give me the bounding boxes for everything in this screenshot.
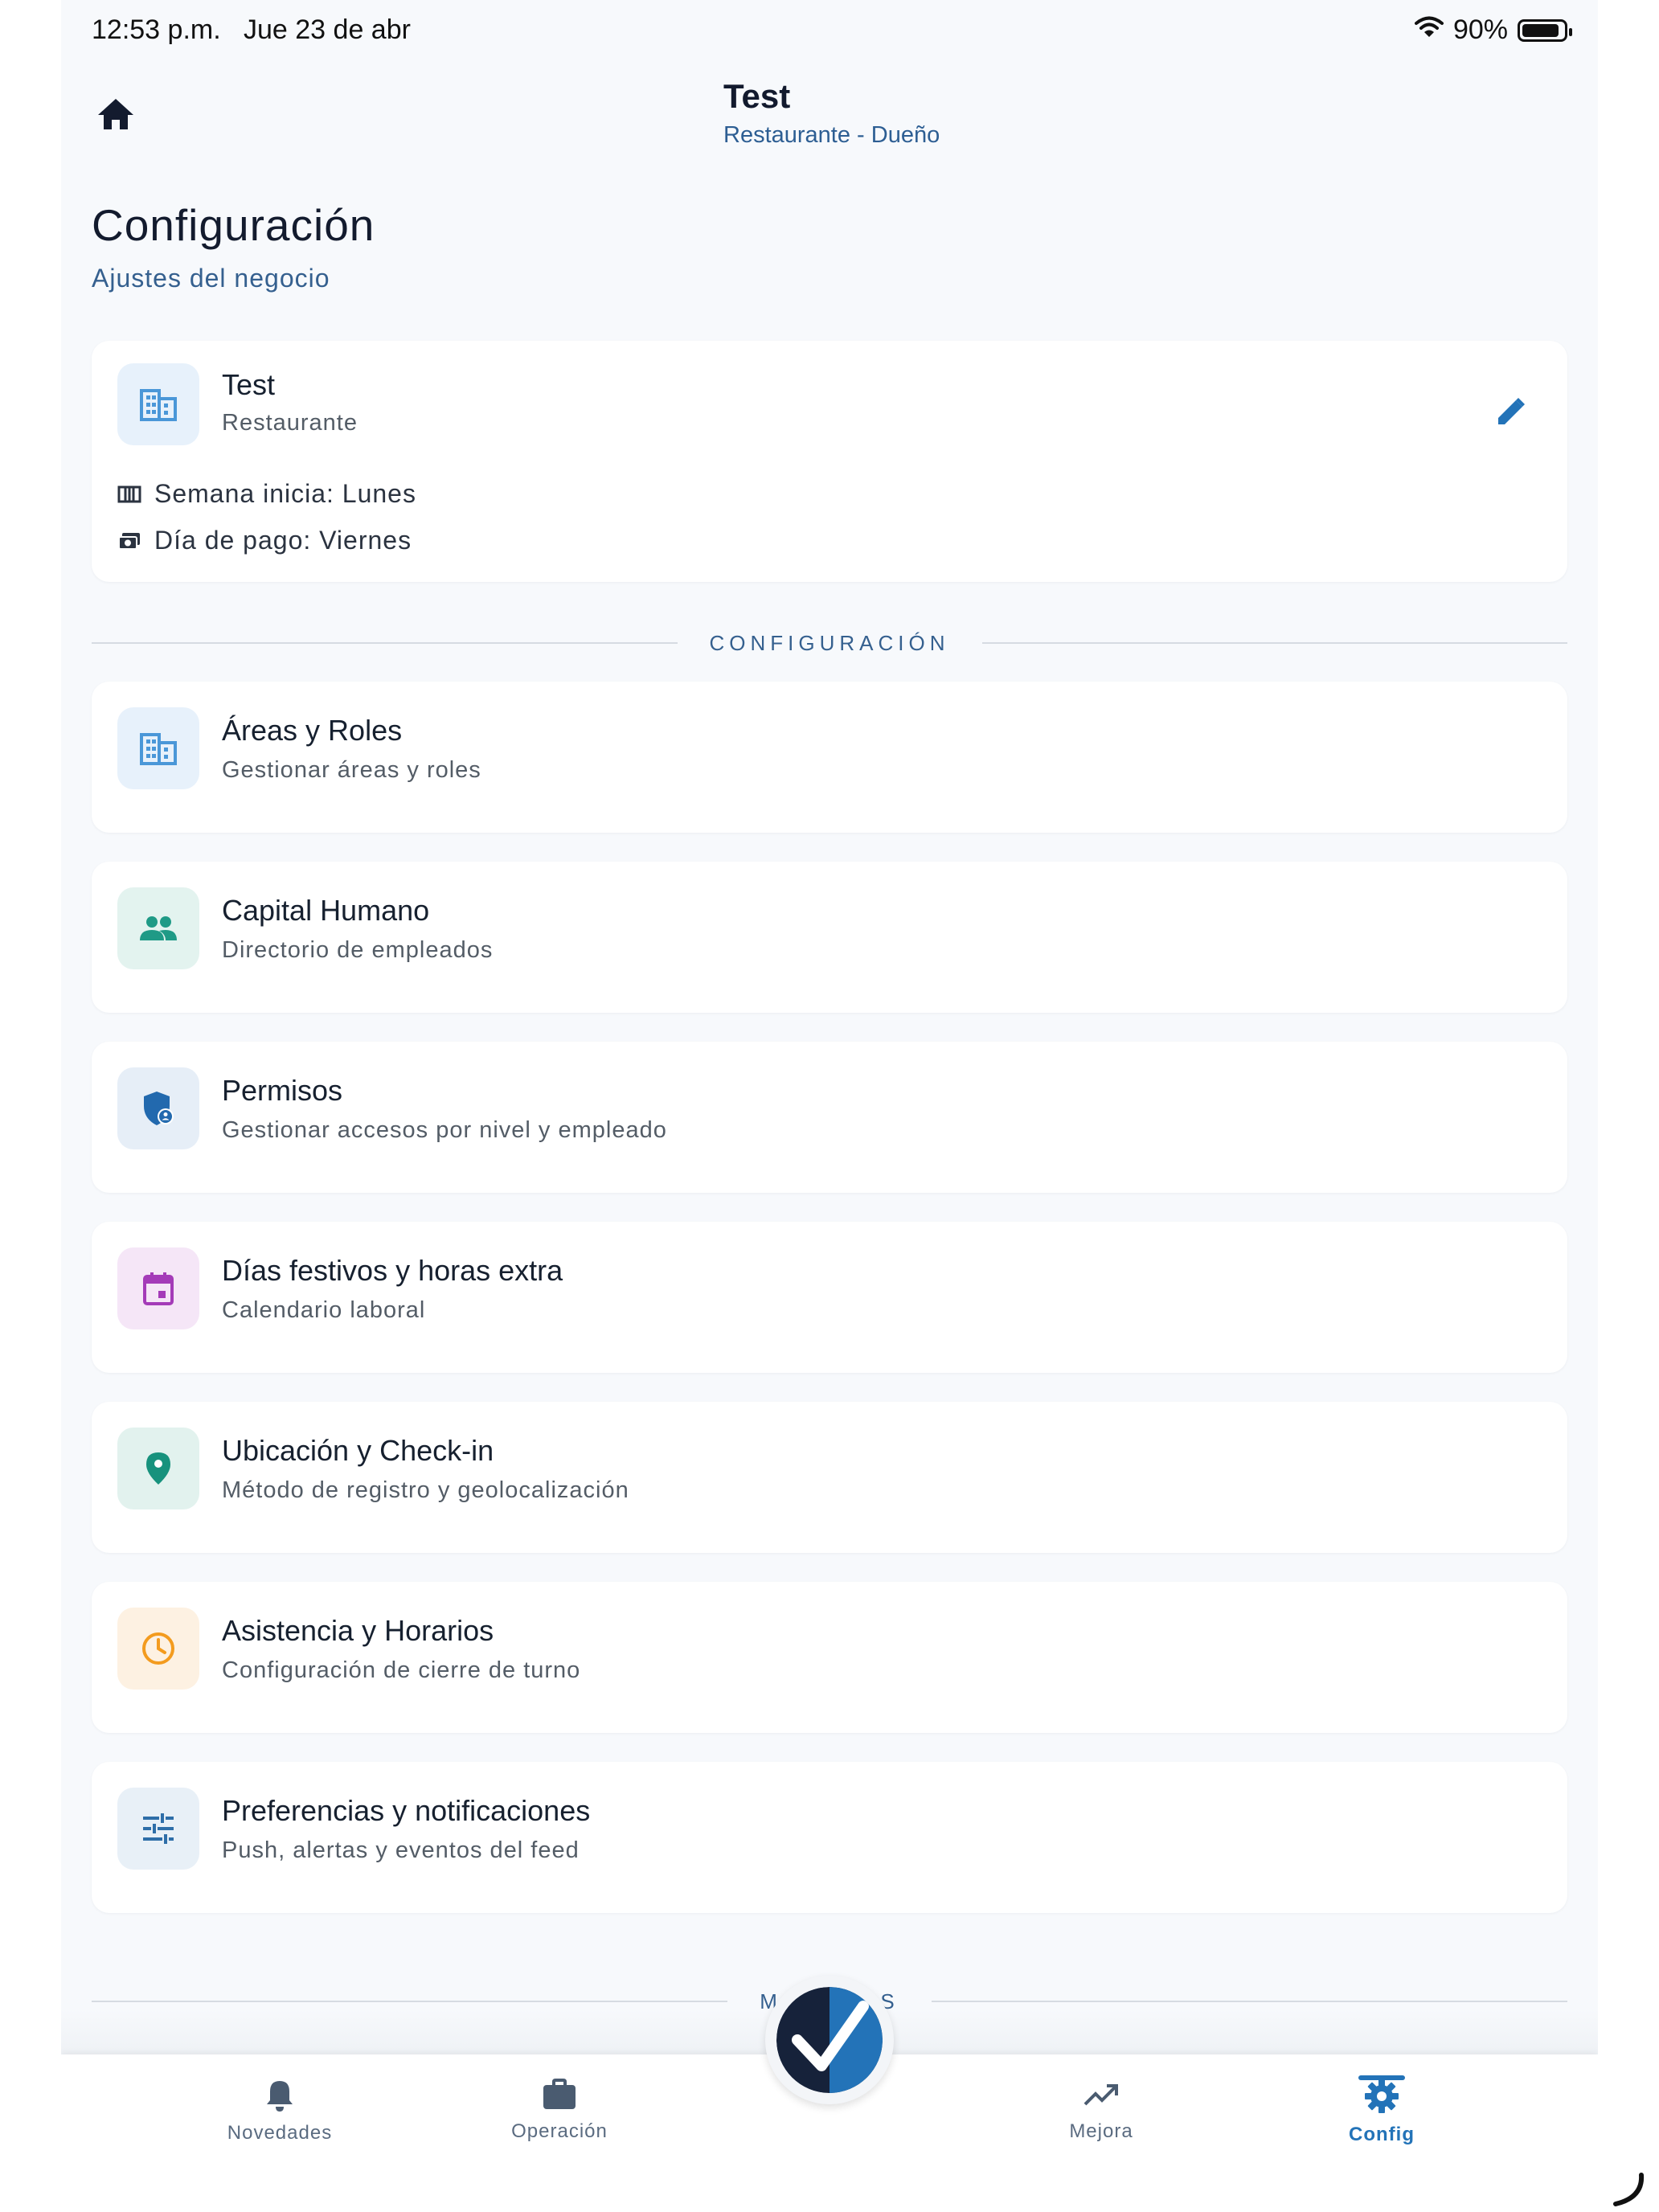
menu-item-title: Días festivos y horas extra bbox=[222, 1254, 563, 1287]
menu-item-subtitle: Directorio de empleados bbox=[222, 937, 494, 963]
menu-item-subtitle: Push, alertas y eventos del feed bbox=[222, 1837, 580, 1863]
menu-item-title: Áreas y Roles bbox=[222, 714, 403, 747]
menu-item-title: Preferencias y notificaciones bbox=[222, 1794, 591, 1827]
week-start-text: Semana inicia: Lunes bbox=[154, 479, 416, 508]
menu-icon-box bbox=[117, 707, 199, 789]
menu-item-title: Permisos bbox=[222, 1074, 343, 1107]
nav-label: Mejora bbox=[1069, 2120, 1133, 2142]
business-icon-box bbox=[117, 363, 199, 445]
pay-day-text: Día de pago: Viernes bbox=[154, 526, 412, 555]
nav-novedades[interactable]: Novedades bbox=[199, 2079, 360, 2144]
page-title: Configuración bbox=[92, 200, 375, 250]
clock-icon bbox=[142, 1632, 174, 1665]
pay-day-row: Día de pago: Viernes bbox=[117, 526, 412, 555]
bell-icon bbox=[267, 2081, 293, 2112]
home-icon bbox=[98, 99, 133, 129]
business-name: Test bbox=[222, 368, 276, 401]
menu-item-title: Ubicación y Check-in bbox=[222, 1434, 494, 1467]
shield-user-icon bbox=[144, 1092, 174, 1125]
menu-item-subtitle: Configuración de cierre de turno bbox=[222, 1657, 581, 1683]
corner-indicator bbox=[1604, 2170, 1653, 2212]
nav-mejora[interactable]: Mejora bbox=[1021, 2079, 1182, 2143]
check-logo-icon bbox=[776, 1987, 883, 2093]
menu-item-dias-festivos[interactable]: Días festivos y horas extra Calendario l… bbox=[92, 1222, 1567, 1373]
status-bar-right: 90% bbox=[1414, 14, 1572, 46]
building-icon bbox=[140, 389, 177, 421]
menu-icon-box bbox=[117, 1247, 199, 1329]
home-button[interactable] bbox=[92, 90, 140, 138]
gear-icon bbox=[1365, 2079, 1399, 2113]
section-divider-config: CONFIGURACIÓN bbox=[92, 627, 1567, 659]
business-type: Restaurante bbox=[222, 410, 358, 436]
menu-icon-box bbox=[117, 1067, 199, 1149]
header-title: Test bbox=[723, 77, 791, 115]
pencil-icon bbox=[1498, 398, 1525, 424]
edit-business-button[interactable] bbox=[1489, 389, 1534, 434]
menu-icon-box bbox=[117, 1608, 199, 1690]
wifi-icon bbox=[1414, 14, 1444, 46]
nav-label: Operación bbox=[511, 2120, 608, 2142]
menu-item-permisos[interactable]: Permisos Gestionar accesos por nivel y e… bbox=[92, 1042, 1567, 1193]
nav-config[interactable]: Config bbox=[1301, 2079, 1462, 2146]
section-label: CONFIGURACIÓN bbox=[709, 630, 950, 655]
page-subtitle: Ajustes del negocio bbox=[92, 264, 330, 293]
battery-percent: 90% bbox=[1452, 14, 1508, 45]
menu-icon-box bbox=[117, 1428, 199, 1509]
menu-item-subtitle: Calendario laboral bbox=[222, 1297, 426, 1323]
location-pin-icon bbox=[146, 1452, 170, 1485]
check-action-button[interactable] bbox=[776, 1987, 883, 2093]
menu-item-capital-humano[interactable]: Capital Humano Directorio de empleados bbox=[92, 862, 1567, 1013]
screen: 12:53 p.m. Jue 23 de abr 90% Test Restau… bbox=[61, 0, 1598, 2212]
nav-label: Novedades bbox=[227, 2122, 333, 2144]
calendar-icon bbox=[143, 1272, 174, 1305]
header-subtitle: Restaurante - Dueño bbox=[723, 122, 940, 148]
menu-item-subtitle: Gestionar accesos por nivel y empleado bbox=[222, 1117, 667, 1143]
business-card: Test Restaurante Semana inicia: Lunes Dí… bbox=[92, 341, 1567, 582]
view-week-icon bbox=[117, 485, 141, 502]
week-start-row: Semana inicia: Lunes bbox=[117, 479, 416, 509]
menu-item-asistencia[interactable]: Asistencia y Horarios Configuración de c… bbox=[92, 1582, 1567, 1733]
building-icon bbox=[140, 733, 177, 765]
sliders-icon bbox=[143, 1813, 174, 1844]
menu-item-subtitle: Método de registro y geolocalización bbox=[222, 1477, 629, 1503]
menu-icon-box bbox=[117, 1788, 199, 1870]
menu-item-areas-roles[interactable]: Áreas y Roles Gestionar áreas y roles bbox=[92, 682, 1567, 833]
menu-item-subtitle: Gestionar áreas y roles bbox=[222, 757, 481, 783]
people-icon bbox=[140, 916, 177, 940]
trending-up-icon bbox=[1083, 2084, 1118, 2106]
nav-operacion[interactable]: Operación bbox=[479, 2079, 640, 2143]
briefcase-icon bbox=[543, 2079, 576, 2109]
battery-icon bbox=[1518, 18, 1572, 42]
menu-item-preferencias[interactable]: Preferencias y notificaciones Push, aler… bbox=[92, 1762, 1567, 1913]
payments-icon bbox=[118, 532, 140, 550]
menu-item-title: Asistencia y Horarios bbox=[222, 1614, 494, 1647]
menu-item-title: Capital Humano bbox=[222, 894, 430, 927]
header: Test Restaurante - Dueño bbox=[723, 77, 940, 149]
nav-label: Config bbox=[1349, 2124, 1415, 2145]
menu-item-ubicacion[interactable]: Ubicación y Check-in Método de registro … bbox=[92, 1402, 1567, 1553]
menu-icon-box bbox=[117, 887, 199, 969]
status-bar-time: 12:53 p.m. Jue 23 de abr bbox=[92, 14, 411, 45]
active-tab-indicator bbox=[1358, 2075, 1405, 2080]
